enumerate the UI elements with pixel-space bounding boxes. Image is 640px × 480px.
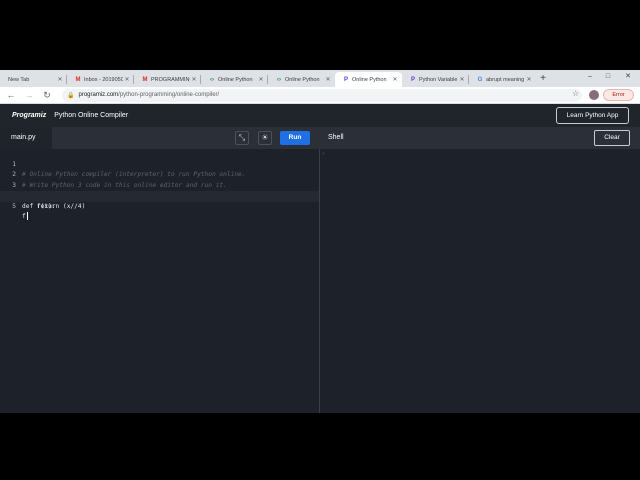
shell-prompt: »	[322, 151, 326, 157]
bookmark-star-icon[interactable]: ☆	[572, 89, 579, 98]
code-line-current: 5 f	[0, 191, 319, 220]
code-text: f	[22, 213, 26, 220]
programiz-icon: P	[343, 76, 348, 83]
close-tab-icon[interactable]: ✕	[324, 76, 332, 83]
shell-title: Shell	[328, 134, 344, 141]
code-text-with-cursor: f	[22, 212, 28, 223]
run-button[interactable]: Run	[280, 131, 310, 145]
browser-tab-strip: New Tab ✕ M Inbox - 2019050 ✕ M PROGRAMM…	[0, 70, 640, 87]
theme-toggle-icon[interactable]: ☀	[258, 131, 272, 145]
code-icon: ‹›	[210, 76, 214, 83]
browser-tab[interactable]: M PROGRAMMING ✕	[134, 72, 201, 87]
forward-icon[interactable]: →	[22, 90, 36, 100]
new-tab-button[interactable]: +	[536, 72, 550, 87]
code-editor[interactable]: 1 # Online Python compiler (interpreter)…	[0, 149, 319, 413]
line-number: 5	[12, 202, 16, 210]
tab-title: Inbox - 2019050	[84, 76, 123, 83]
lock-icon: 🔒	[67, 92, 75, 99]
profile-avatar[interactable]	[589, 90, 599, 100]
browser-tab[interactable]: ‹› Online Python ✕	[201, 72, 268, 87]
google-icon: G	[477, 76, 483, 83]
close-tab-icon[interactable]: ✕	[190, 76, 198, 83]
tab-title: Online Python	[285, 76, 320, 83]
url-input[interactable]: 🔒 programiz.com/python-programming/onlin…	[62, 88, 582, 102]
close-tab-icon[interactable]: ✕	[525, 76, 533, 83]
close-tab-icon[interactable]: ✕	[458, 76, 466, 83]
text-cursor	[26, 212, 28, 220]
browser-tab[interactable]: G abrupt meaning ✕	[469, 72, 536, 87]
gmail-icon: M	[75, 76, 81, 83]
reload-icon[interactable]: ↻	[40, 90, 54, 101]
tab-title: PROGRAMMING	[151, 76, 190, 83]
browser-tab[interactable]: M Inbox - 2019050 ✕	[67, 72, 134, 87]
tab-title: Python Variable	[419, 76, 458, 83]
tab-title: Online Python	[352, 76, 387, 83]
maximize-icon[interactable]: □	[598, 70, 618, 85]
site-header: Programiz Python Online Compiler	[0, 104, 640, 127]
fullscreen-icon[interactable]: ⤡	[235, 131, 249, 145]
close-tab-icon[interactable]: ✕	[56, 76, 64, 83]
letterbox-top	[0, 0, 640, 70]
code-line: 1 # Online Python compiler (interpreter)…	[0, 149, 319, 179]
browser-tab[interactable]: ‹› Online Python ✕	[268, 72, 335, 87]
code-text: return (x//4)	[22, 202, 86, 210]
close-tab-icon[interactable]: ✕	[257, 76, 265, 83]
shell-output[interactable]	[320, 149, 640, 413]
shell-toolbar	[320, 127, 640, 149]
browser-tab-active[interactable]: P Online Python ✕	[335, 72, 402, 87]
page-title: Python Online Compiler	[54, 112, 129, 119]
close-tab-icon[interactable]: ✕	[123, 76, 131, 83]
programiz-icon: P	[410, 76, 415, 83]
url-path: /python-programming/online-compiler/	[118, 92, 220, 98]
browser-tab[interactable]: New Tab ✕	[0, 72, 67, 87]
close-window-icon[interactable]: ✕	[618, 70, 638, 85]
code-line: 2 # Write Python 3 code in this online e…	[0, 160, 319, 189]
minimize-icon[interactable]: –	[580, 70, 600, 85]
code-line: 4 return (x//4)	[0, 181, 319, 210]
letterbox-bottom	[0, 413, 640, 480]
url-host: programiz.com	[78, 92, 119, 98]
tab-title: New Tab	[8, 76, 30, 83]
error-badge[interactable]: Error	[603, 89, 634, 101]
tab-title: Online Python	[218, 76, 253, 83]
clear-button[interactable]: Clear	[594, 130, 630, 146]
address-bar: ← → ↻ 🔒 programiz.com/python-programming…	[0, 87, 640, 104]
code-line: 3 ▾ def f(x):	[0, 170, 319, 210]
close-tab-icon[interactable]: ✕	[391, 76, 399, 83]
code-icon: ‹›	[277, 76, 281, 83]
gmail-icon: M	[142, 76, 148, 83]
file-tab-main-py[interactable]: main.py	[0, 127, 52, 149]
browser-tab[interactable]: P Python Variable ✕	[402, 72, 469, 87]
tab-title: abrupt meaning	[486, 76, 525, 83]
back-icon[interactable]: ←	[4, 90, 18, 100]
learn-python-app-button[interactable]: Learn Python App	[556, 107, 629, 124]
programiz-logo[interactable]: Programiz	[12, 112, 46, 119]
